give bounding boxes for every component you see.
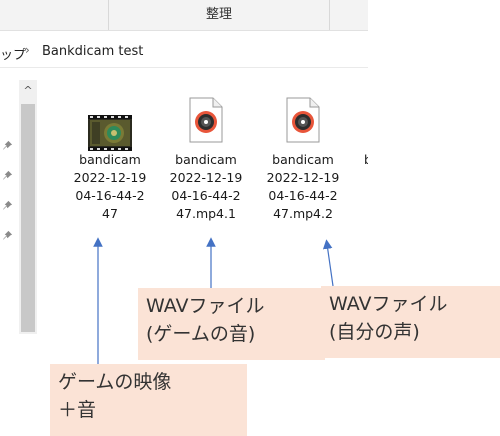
callout-wav-game-audio: WAVファイル (ゲームの音) xyxy=(138,288,325,360)
callout-text: WAVファイル (ゲームの音) xyxy=(146,295,265,345)
callout-text: ゲームの映像 ＋音 xyxy=(58,371,172,421)
callout-text: WAVファイル (自分の声) xyxy=(329,293,448,343)
callout-video-audio: ゲームの映像 ＋音 xyxy=(50,364,247,436)
callout-wav-voice: WAVファイル (自分の声) xyxy=(321,286,500,358)
arrow-to-audio-2 xyxy=(322,239,334,287)
